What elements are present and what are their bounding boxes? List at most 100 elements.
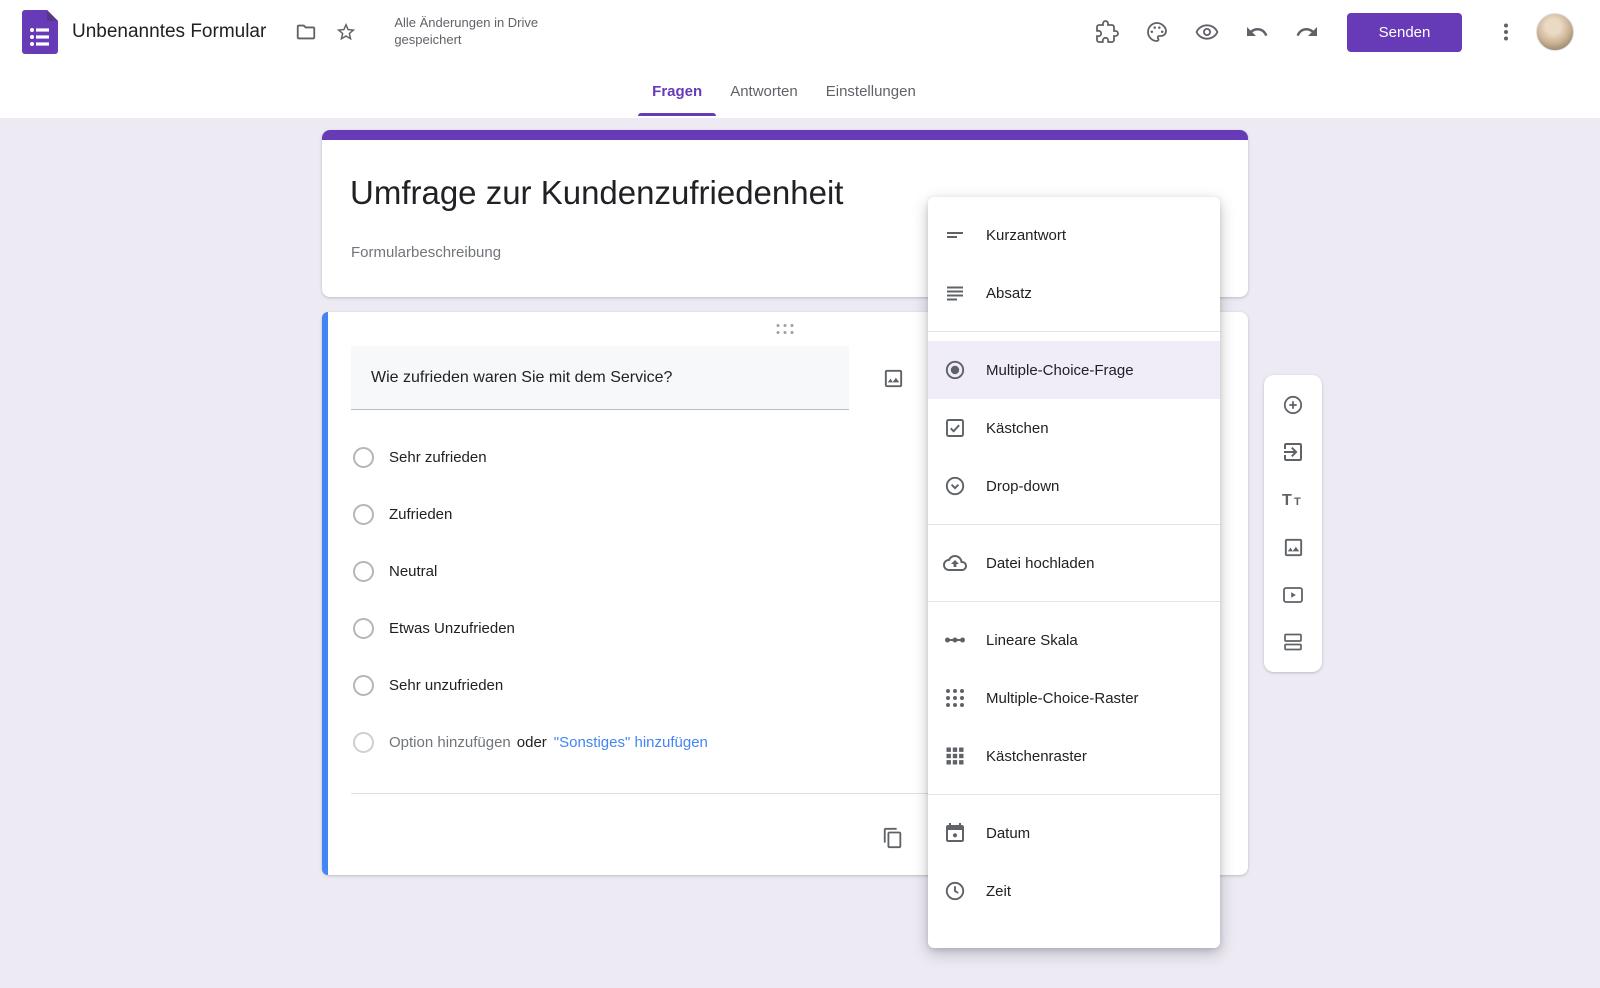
option-row-1: Sehr zufrieden xyxy=(353,429,708,486)
clock-icon xyxy=(943,879,967,903)
form-title[interactable]: Umfrage zur Kundenzufriedenheit xyxy=(350,174,843,212)
calendar-icon xyxy=(943,821,967,845)
send-button[interactable]: Senden xyxy=(1347,12,1462,52)
question-active-accent xyxy=(322,312,328,875)
topbar-right: Senden xyxy=(1087,0,1600,64)
import-questions-button[interactable] xyxy=(1275,434,1311,470)
radio-circle-icon xyxy=(353,675,374,696)
add-question-image-button[interactable] xyxy=(873,358,913,398)
preview-button[interactable] xyxy=(1187,12,1227,52)
eye-icon xyxy=(1195,20,1219,44)
add-image-icon xyxy=(1282,536,1305,559)
svg-text:T: T xyxy=(1282,492,1292,509)
tab-antworten-label: Antworten xyxy=(730,82,798,100)
menu-item-zeit[interactable]: Zeit xyxy=(928,862,1220,920)
add-video-icon xyxy=(1281,583,1305,607)
paragraph-icon xyxy=(943,281,967,305)
drag-handle[interactable] xyxy=(775,322,796,336)
move-to-folder-button[interactable] xyxy=(286,12,326,52)
menu-separator xyxy=(928,524,1220,525)
tab-fragen-label: Fragen xyxy=(652,82,703,100)
question-type-menu: Kurzantwort Absatz Multiple-Choice-Frage… xyxy=(928,197,1220,948)
puzzle-icon xyxy=(1095,20,1119,44)
add-title-icon: T T xyxy=(1281,488,1305,512)
folder-icon xyxy=(295,21,317,43)
three-dots-icon xyxy=(1494,20,1518,44)
add-section-button[interactable] xyxy=(1275,624,1311,660)
more-options-button[interactable] xyxy=(1486,12,1526,52)
menu-item-datei-hochladen[interactable]: Datei hochladen xyxy=(928,534,1220,592)
option-label[interactable]: Etwas Unzufrieden xyxy=(389,620,515,637)
option-label[interactable]: Sehr unzufrieden xyxy=(389,677,503,694)
undo-button[interactable] xyxy=(1237,12,1277,52)
radio-circle-icon xyxy=(353,447,374,468)
tab-antworten[interactable]: Antworten xyxy=(716,64,812,118)
radio-circle-icon xyxy=(353,504,374,525)
add-option-button[interactable]: Option hinzufügen xyxy=(389,734,511,751)
option-row-3: Neutral xyxy=(353,543,708,600)
tab-einstellungen-label: Einstellungen xyxy=(825,82,916,100)
redo-icon xyxy=(1295,20,1319,44)
redo-button[interactable] xyxy=(1287,12,1327,52)
image-icon xyxy=(882,367,905,390)
answer-options: Sehr zufrieden Zufrieden Neutral Etwas U… xyxy=(353,429,708,771)
question-title-input[interactable]: Wie zufrieden waren Sie mit dem Service? xyxy=(351,346,849,410)
menu-separator xyxy=(928,601,1220,602)
google-forms-logo-icon[interactable] xyxy=(22,10,58,54)
menu-item-absatz[interactable]: Absatz xyxy=(928,264,1220,322)
star-button[interactable] xyxy=(326,12,366,52)
menu-item-dropdown[interactable]: Drop-down xyxy=(928,457,1220,515)
floating-side-toolbar: T T xyxy=(1264,375,1322,672)
document-title[interactable]: Unbenanntes Formular xyxy=(72,21,266,43)
add-circle-icon xyxy=(1281,393,1305,417)
menu-item-kaestchenraster[interactable]: Kästchenraster xyxy=(928,727,1220,785)
tab-fragen[interactable]: Fragen xyxy=(638,64,717,118)
active-tab-underline xyxy=(638,113,717,116)
add-option-or-text: oder xyxy=(516,734,547,751)
menu-item-kurzantwort[interactable]: Kurzantwort xyxy=(928,206,1220,264)
tab-einstellungen[interactable]: Einstellungen xyxy=(812,64,930,118)
account-avatar[interactable] xyxy=(1536,13,1574,51)
customize-theme-button[interactable] xyxy=(1137,12,1177,52)
menu-item-lineare-skala[interactable]: Lineare Skala xyxy=(928,611,1220,669)
menu-item-multiple-choice[interactable]: Multiple-Choice-Frage xyxy=(928,341,1220,399)
add-image-button[interactable] xyxy=(1275,529,1311,565)
save-status[interactable]: Alle Änderungen in Drive gespeichert xyxy=(394,15,574,49)
dot-grid-icon xyxy=(943,686,967,710)
checkbox-icon xyxy=(943,416,967,440)
radio-circle-icon xyxy=(353,732,374,753)
addons-button[interactable] xyxy=(1087,12,1127,52)
star-icon xyxy=(335,21,357,43)
add-title-button[interactable]: T T xyxy=(1275,482,1311,518)
add-question-button[interactable] xyxy=(1275,387,1311,423)
radio-circle-icon xyxy=(353,618,374,639)
topbar-left: Unbenanntes Formular Alle Änderungen in … xyxy=(0,10,574,54)
add-option-row: Option hinzufügen oder "Sonstiges" hinzu… xyxy=(353,714,708,771)
add-other-option-link[interactable]: "Sonstiges" hinzufügen xyxy=(554,734,708,751)
option-label[interactable]: Neutral xyxy=(389,563,437,580)
add-video-button[interactable] xyxy=(1275,577,1311,613)
top-bar: Unbenanntes Formular Alle Änderungen in … xyxy=(0,0,1600,64)
menu-item-kaestchen[interactable]: Kästchen xyxy=(928,399,1220,457)
svg-text:T: T xyxy=(1294,496,1301,508)
menu-separator xyxy=(928,794,1220,795)
radio-checked-icon xyxy=(943,358,967,382)
form-description[interactable]: Formularbeschreibung xyxy=(351,244,501,261)
tabs: Fragen Antworten Einstellungen xyxy=(638,64,930,118)
menu-separator xyxy=(928,331,1220,332)
short-answer-icon xyxy=(943,223,967,247)
add-section-icon xyxy=(1281,630,1305,654)
option-row-4: Etwas Unzufrieden xyxy=(353,600,708,657)
menu-item-mc-raster[interactable]: Multiple-Choice-Raster xyxy=(928,669,1220,727)
option-label[interactable]: Zufrieden xyxy=(389,506,452,523)
tab-bar: Fragen Antworten Einstellungen xyxy=(0,64,1600,118)
dropdown-circle-icon xyxy=(943,474,967,498)
palette-icon xyxy=(1145,20,1169,44)
cloud-upload-icon xyxy=(943,551,967,575)
option-label[interactable]: Sehr zufrieden xyxy=(389,449,487,466)
option-row-2: Zufrieden xyxy=(353,486,708,543)
form-accent-bar xyxy=(322,130,1248,140)
undo-icon xyxy=(1245,20,1269,44)
menu-item-datum[interactable]: Datum xyxy=(928,804,1220,862)
duplicate-question-button[interactable] xyxy=(873,818,913,858)
